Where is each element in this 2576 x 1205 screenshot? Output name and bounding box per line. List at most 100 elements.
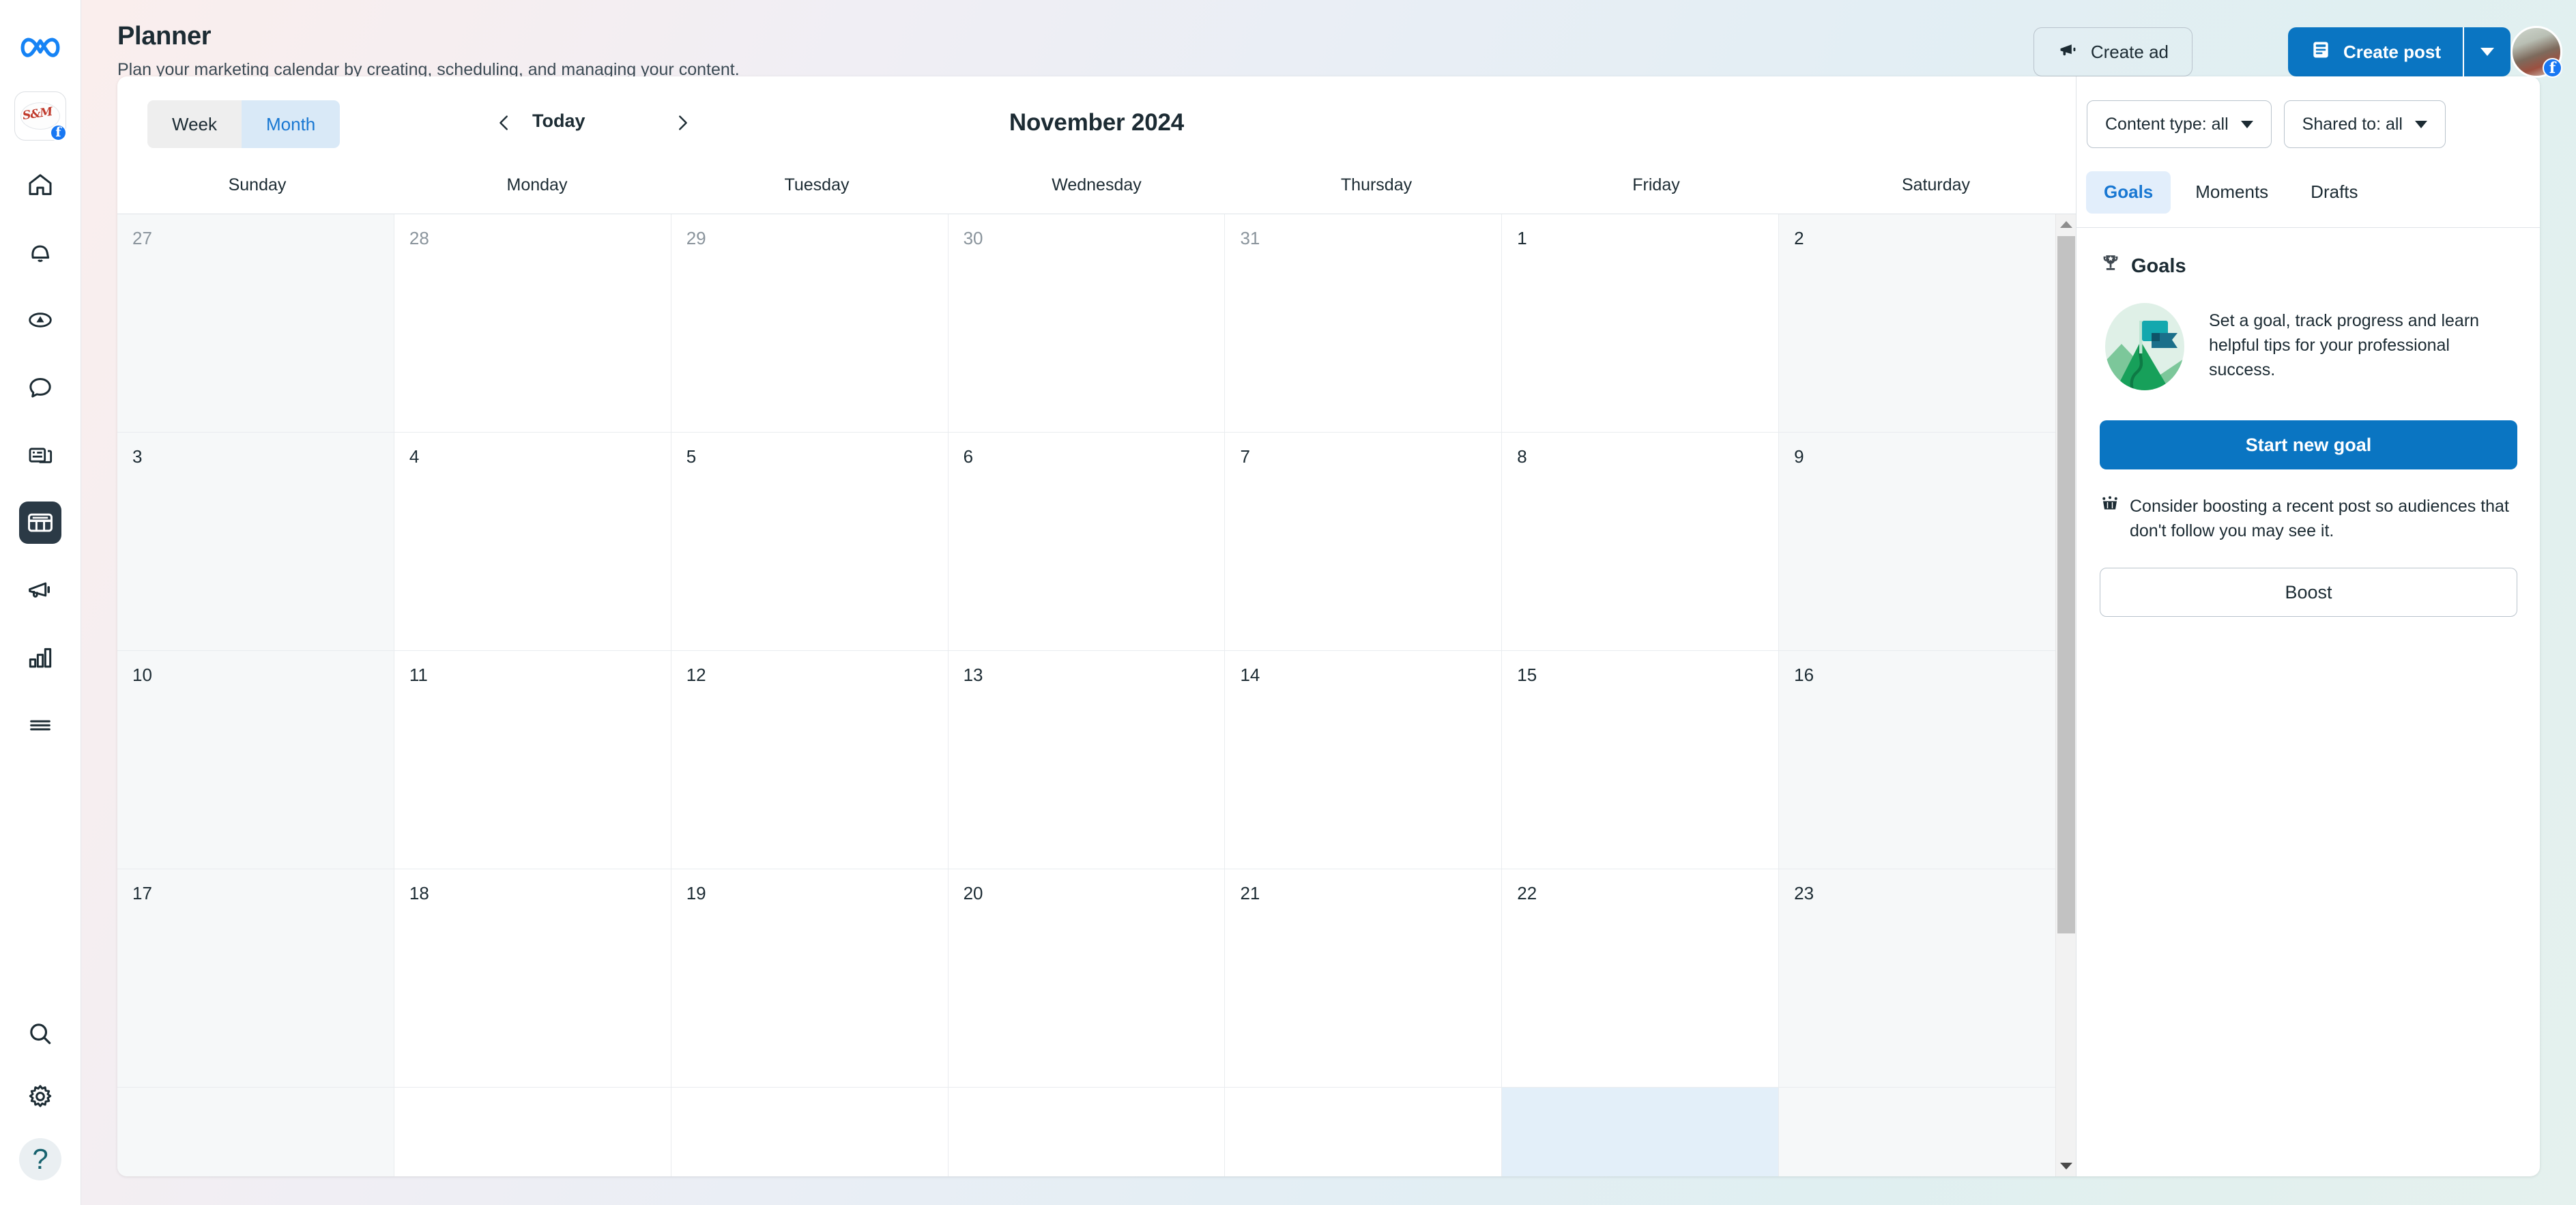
calendar-day-cell[interactable]: 29 — [671, 214, 949, 433]
scroll-down-button[interactable] — [2056, 1156, 2076, 1176]
sidebar-item-inbox[interactable] — [19, 366, 61, 409]
day-number: 29 — [686, 228, 706, 248]
calendar-day-cell[interactable] — [1502, 1088, 1780, 1176]
view-toggle: Week Month — [147, 100, 341, 148]
sidebar-item-boost[interactable] — [19, 299, 61, 341]
profile-switcher[interactable]: S&M f — [14, 91, 67, 141]
calendar-day-cell[interactable] — [394, 1088, 671, 1176]
view-month-button[interactable]: Month — [242, 100, 341, 148]
calendar-day-cell[interactable]: 2 — [1779, 214, 2056, 433]
calendar-day-cell[interactable]: 12 — [671, 651, 949, 869]
calendar-week-row: 3 4 5 6 7 8 9 — [117, 433, 2056, 651]
post-compose-icon — [2310, 39, 2332, 66]
calendar-day-cell[interactable]: 17 — [117, 869, 394, 1088]
create-post-dropdown-button[interactable] — [2463, 27, 2510, 76]
day-header-friday: Friday — [1632, 175, 1680, 194]
calendar-day-cell[interactable]: 31 — [1225, 214, 1503, 433]
calendar-day-cell[interactable] — [1225, 1088, 1503, 1176]
calendar-day-cell[interactable]: 9 — [1779, 433, 2056, 651]
filter-label: Content type: all — [2105, 114, 2229, 134]
sidebar-item-home[interactable] — [19, 164, 61, 206]
calendar-day-cell[interactable]: 13 — [948, 651, 1226, 869]
day-number: 6 — [963, 446, 974, 467]
sidebar-item-insights[interactable] — [19, 637, 61, 679]
scroll-up-button[interactable] — [2056, 214, 2076, 235]
calendar-day-cell[interactable]: 7 — [1225, 433, 1503, 651]
day-number: 11 — [409, 665, 428, 685]
day-number: 20 — [963, 883, 983, 903]
settings-button[interactable] — [19, 1075, 61, 1118]
calendar-day-cell[interactable] — [948, 1088, 1226, 1176]
calendar-day-cell[interactable]: 1 — [1502, 214, 1780, 433]
chevron-right-icon — [672, 113, 693, 136]
trophy-icon — [2100, 252, 2122, 280]
calendar-day-cell[interactable] — [1779, 1088, 2056, 1176]
calendar-day-cell[interactable]: 6 — [948, 433, 1226, 651]
sidebar-item-notifications[interactable] — [19, 231, 61, 274]
today-button[interactable]: Today — [532, 111, 585, 132]
create-ad-button[interactable]: Create ad — [2033, 27, 2193, 76]
calendar-day-cell[interactable]: 4 — [394, 433, 671, 651]
calendar-day-cell[interactable]: 11 — [394, 651, 671, 869]
boost-circle-icon — [27, 306, 54, 334]
start-new-goal-button[interactable]: Start new goal — [2100, 420, 2517, 469]
calendar-day-cell[interactable]: 23 — [1779, 869, 2056, 1088]
account-avatar[interactable]: f — [2510, 26, 2562, 78]
day-number: 19 — [686, 883, 706, 903]
calendar-week-row: 27 28 29 30 31 1 2 — [117, 214, 2056, 433]
side-panel-tabs: Goals Moments Drafts — [2076, 157, 2540, 228]
create-post-button[interactable]: Create post — [2287, 27, 2463, 76]
calendar-day-cell[interactable] — [671, 1088, 949, 1176]
calendar-day-cell[interactable]: 10 — [117, 651, 394, 869]
day-number: 22 — [1517, 883, 1537, 903]
calendar-day-cell[interactable]: 16 — [1779, 651, 2056, 869]
calendar-day-cell[interactable] — [117, 1088, 394, 1176]
prev-month-button[interactable] — [489, 109, 519, 139]
day-number: 27 — [132, 228, 152, 248]
day-number: 15 — [1517, 665, 1537, 685]
calendar-day-cell[interactable]: 14 — [1225, 651, 1503, 869]
filter-button-0[interactable]: Content type: all — [2087, 100, 2272, 148]
tab-moments[interactable]: Moments — [2177, 171, 2286, 214]
calendar-day-cell[interactable]: 28 — [394, 214, 671, 433]
day-number: 8 — [1517, 446, 1527, 467]
calendar-day-cell[interactable]: 3 — [117, 433, 394, 651]
sidebar-item-content[interactable] — [19, 434, 61, 476]
day-number: 10 — [132, 665, 152, 685]
next-month-button[interactable] — [667, 109, 697, 139]
help-button[interactable]: ? — [19, 1138, 61, 1180]
tab-goals[interactable]: Goals — [2086, 171, 2171, 214]
day-header-wednesday: Wednesday — [1052, 175, 1142, 194]
calendar-day-cell[interactable]: 18 — [394, 869, 671, 1088]
bell-icon — [27, 239, 54, 266]
page-title: Planner — [117, 22, 212, 50]
tab-drafts[interactable]: Drafts — [2293, 171, 2375, 214]
goals-heading-label: Goals — [2131, 255, 2186, 277]
search-button[interactable] — [19, 1013, 61, 1055]
day-number: 16 — [1794, 665, 1814, 685]
boost-button[interactable]: Boost — [2100, 568, 2517, 617]
day-number: 3 — [132, 446, 143, 467]
day-header-tuesday: Tuesday — [784, 175, 850, 194]
calendar-day-cell[interactable]: 21 — [1225, 869, 1503, 1088]
boost-tip-text: Consider boosting a recent post so audie… — [2130, 497, 2509, 540]
mountain-flag-goal-illustration — [2100, 302, 2190, 392]
meta-infinity-logo[interactable] — [19, 30, 61, 64]
calendar-scrollbar[interactable] — [2055, 214, 2076, 1176]
calendar-day-cell[interactable]: 19 — [671, 869, 949, 1088]
sidebar-item-all-tools[interactable] — [19, 704, 61, 746]
scrollbar-thumb[interactable] — [2057, 236, 2075, 933]
sidebar-item-ads[interactable] — [19, 569, 61, 611]
calendar-day-cell[interactable]: 30 — [948, 214, 1226, 433]
calendar-day-cell[interactable]: 5 — [671, 433, 949, 651]
filter-button-1[interactable]: Shared to: all — [2283, 100, 2446, 148]
left-nav-rail: S&M f ? — [0, 0, 81, 1205]
calendar-day-cell[interactable]: 8 — [1502, 433, 1780, 651]
calendar-day-cell[interactable]: 20 — [948, 869, 1226, 1088]
calendar-day-cell[interactable]: 22 — [1502, 869, 1780, 1088]
calendar-day-cell[interactable]: 27 — [117, 214, 394, 433]
view-week-button[interactable]: Week — [147, 100, 242, 148]
month-title: November 2024 — [1009, 109, 1185, 136]
calendar-day-cell[interactable]: 15 — [1502, 651, 1780, 869]
sidebar-item-planner[interactable] — [19, 502, 61, 544]
